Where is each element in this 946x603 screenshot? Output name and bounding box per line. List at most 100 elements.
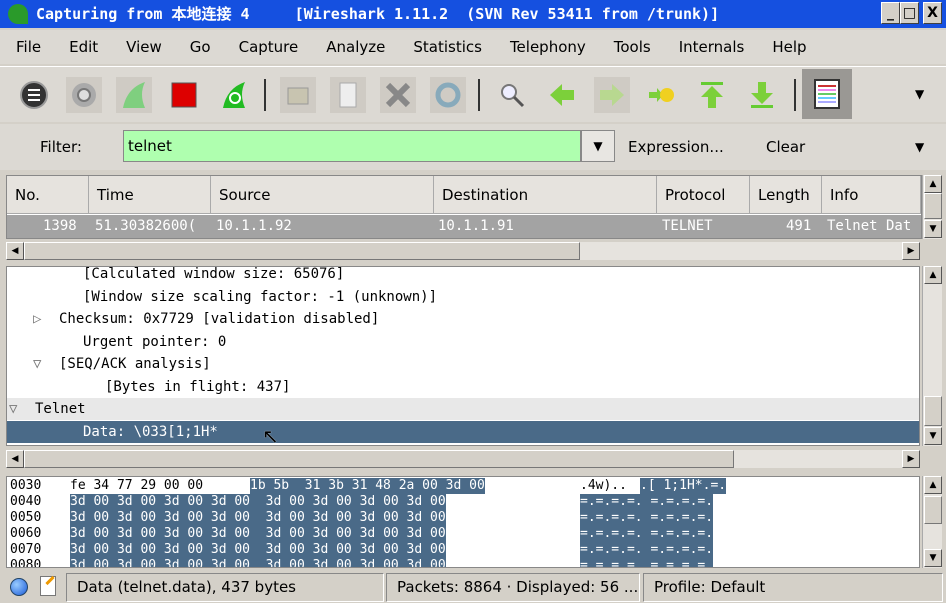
bytes-vscrollbar[interactable]: ▲ ▼: [922, 476, 942, 568]
ascii-bytes-selected: =.=.=.=. =.=.=.=.: [580, 494, 714, 510]
menu-edit[interactable]: Edit: [69, 38, 98, 56]
menu-tools[interactable]: Tools: [614, 38, 651, 56]
detail-text: [Calculated window size: 65076]: [83, 266, 345, 282]
main-toolbar: ▼: [0, 66, 946, 122]
column-header-protocol[interactable]: Protocol: [657, 176, 750, 214]
go-forward-icon[interactable]: [594, 77, 630, 113]
close-button[interactable]: X: [923, 2, 942, 24]
start-capture-icon[interactable]: [116, 77, 152, 113]
filter-label: Filter:: [40, 138, 82, 156]
menu-telephony[interactable]: Telephony: [510, 38, 586, 56]
toolbar-separator: [478, 79, 480, 111]
column-header-source[interactable]: Source: [211, 176, 434, 214]
column-header-length[interactable]: Length: [750, 176, 822, 214]
clear-button[interactable]: Clear: [766, 138, 805, 156]
detail-text: Checksum: 0x7729 [validation disabled]: [59, 311, 380, 327]
column-header-time[interactable]: Time: [89, 176, 211, 214]
expander-icon[interactable]: ▷: [33, 308, 41, 330]
filter-input[interactable]: telnet: [123, 130, 581, 162]
detail-row[interactable]: [Calculated window size: 65076]: [7, 266, 919, 285]
hex-bytes-selected: 3d 00 3d 00 3d 00 3d 00 3d 00 3d 00 3d 0…: [70, 542, 446, 558]
detail-row[interactable]: [Bytes in flight: 437]: [7, 376, 919, 398]
go-back-icon[interactable]: [544, 77, 580, 113]
stop-capture-icon[interactable]: [166, 77, 202, 113]
menu-help[interactable]: Help: [772, 38, 806, 56]
ascii-bytes: .4w)..: [580, 478, 627, 493]
column-header-destination[interactable]: Destination: [434, 176, 657, 214]
last-packet-icon[interactable]: [744, 77, 780, 113]
byte-offset: 0060: [10, 526, 42, 541]
byte-offset: 0040: [10, 494, 42, 509]
close-file-icon[interactable]: [380, 77, 416, 113]
status-bar: Data (telnet.data), 437 bytes Packets: 8…: [0, 571, 946, 603]
toolbar-separator: [794, 79, 796, 111]
detail-row[interactable]: ▽ Telnet: [7, 398, 919, 420]
mouse-cursor-icon: ↖: [262, 424, 279, 448]
packet-list: No. Time Source Destination Protocol Len…: [6, 175, 922, 239]
byte-offset: 0080: [10, 558, 42, 568]
filter-dropdown-button[interactable]: ▼: [581, 130, 615, 162]
cell-length: 491: [786, 218, 812, 234]
menu-analyze[interactable]: Analyze: [326, 38, 385, 56]
ascii-bytes-selected: =.=.=.=. =.=.=.=.: [580, 558, 714, 567]
menu-capture[interactable]: Capture: [239, 38, 299, 56]
menu-bar: File Edit View Go Capture Analyze Statistics Te…: [0, 30, 946, 64]
toolbar-overflow-icon[interactable]: ▼: [915, 87, 924, 101]
expression-button[interactable]: Expression...: [628, 138, 724, 156]
detail-row[interactable]: Data: \033[1;1H*: [7, 420, 919, 443]
packet-list-hscrollbar[interactable]: ◀ ▶: [6, 242, 920, 260]
filter-overflow-icon[interactable]: ▼: [915, 140, 924, 154]
status-packets: Packets: 8864 · Displayed: 56 ...: [386, 573, 640, 602]
detail-text: [SEQ/ACK analysis]: [59, 356, 211, 372]
expander-icon[interactable]: ▽: [9, 398, 17, 420]
minimize-button[interactable]: _: [881, 2, 900, 24]
packet-list-vscrollbar[interactable]: ▲ ▼: [922, 175, 942, 239]
byte-offset: 0070: [10, 542, 42, 557]
detail-text: Data: \033[1;1H*: [83, 423, 218, 440]
find-icon[interactable]: [494, 77, 530, 113]
column-header-no[interactable]: No.: [7, 176, 89, 214]
colorize-icon[interactable]: [802, 69, 852, 119]
menu-view[interactable]: View: [126, 38, 162, 56]
cell-info: Telnet Dat: [827, 218, 912, 234]
go-to-packet-icon[interactable]: [644, 77, 680, 113]
hex-bytes-selected: 3d 00 3d 00 3d 00 3d 00 3d 00 3d 00 3d 0…: [70, 494, 446, 510]
capture-comment-icon[interactable]: [40, 575, 56, 596]
cell-no: 1398: [43, 218, 77, 234]
hex-bytes-selected: 3d 00 3d 00 3d 00 3d 00 3d 00 3d 00 3d 0…: [70, 558, 446, 567]
maximize-button[interactable]: □: [900, 2, 919, 24]
interfaces-icon[interactable]: [16, 77, 52, 113]
expert-info-icon[interactable]: [10, 578, 28, 596]
packet-row[interactable]: 1398 51.30382600( 10.1.1.92 10.1.1.91 TE…: [7, 215, 921, 238]
detail-row[interactable]: [Window size scaling factor: -1 (unknown…: [7, 286, 919, 308]
filter-toolbar: Filter: telnet ▼ Expression... Clear ▼: [0, 124, 946, 170]
first-packet-icon[interactable]: [694, 77, 730, 113]
cell-destination: 10.1.1.91: [438, 218, 514, 234]
menu-file[interactable]: File: [16, 38, 41, 56]
hex-bytes-selected: 1b 5b 31 3b 31 48 2a 00 3d 00: [250, 478, 485, 494]
window-title: Capturing from 本地连接 4 [Wireshark 1.11.2 …: [36, 5, 720, 23]
restart-capture-icon[interactable]: [216, 77, 252, 113]
detail-row[interactable]: Urgent pointer: 0: [7, 331, 919, 353]
column-header-info[interactable]: Info: [822, 176, 921, 214]
save-file-icon[interactable]: [330, 77, 366, 113]
packet-bytes: 0030 fe 34 77 29 00 00 1b 5b 31 3b 31 48 …: [6, 476, 920, 568]
menu-go[interactable]: Go: [190, 38, 211, 56]
options-icon[interactable]: [66, 77, 102, 113]
hex-bytes-selected: 3d 00 3d 00 3d 00 3d 00 3d 00 3d 00 3d 0…: [70, 526, 446, 542]
cell-time: 51.30382600(: [95, 218, 197, 234]
detail-text: Telnet: [35, 401, 86, 417]
reload-icon[interactable]: [430, 77, 466, 113]
hex-bytes: fe 34 77 29 00 00: [70, 478, 211, 493]
expander-icon[interactable]: ▽: [33, 353, 41, 375]
status-profile[interactable]: Profile: Default: [643, 573, 943, 602]
detail-row[interactable]: ▷ Checksum: 0x7729 [validation disabled]: [7, 308, 919, 330]
details-vscrollbar[interactable]: ▲ ▼: [922, 266, 942, 446]
menu-internals[interactable]: Internals: [679, 38, 745, 56]
details-hscrollbar[interactable]: ◀ ▶: [6, 450, 920, 468]
status-field-info: Data (telnet.data), 437 bytes: [66, 573, 384, 602]
menu-statistics[interactable]: Statistics: [413, 38, 482, 56]
detail-row[interactable]: ▽ [SEQ/ACK analysis]: [7, 353, 919, 375]
title-bar: Capturing from 本地连接 4 [Wireshark 1.11.2 …: [0, 0, 946, 28]
open-file-icon[interactable]: [280, 77, 316, 113]
